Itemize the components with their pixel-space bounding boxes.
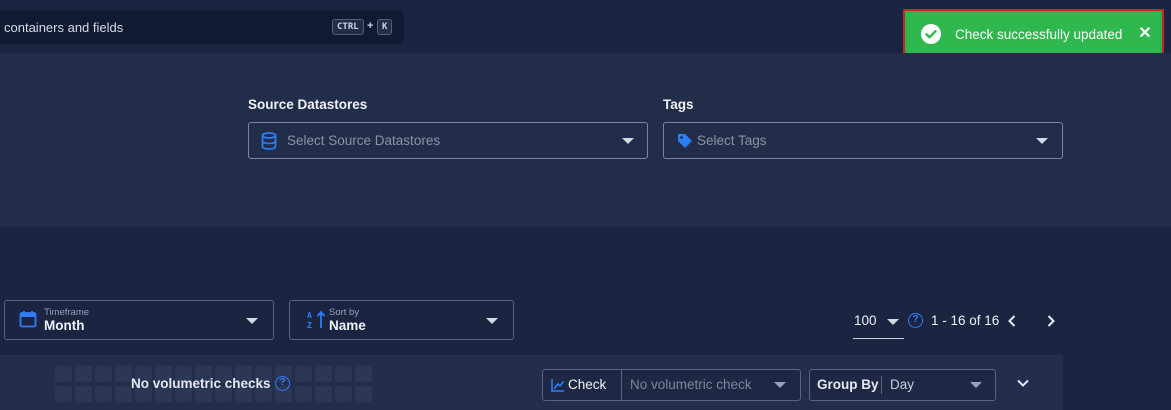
timeframe-label: Timeframe xyxy=(44,307,90,318)
sort-by-label: Sort by xyxy=(329,307,360,318)
success-toast: Check successfully updated ✕ xyxy=(903,9,1164,56)
group-by-select[interactable]: Group By Day xyxy=(809,369,996,401)
search-text: containers and fields xyxy=(4,20,124,35)
toast-message: Check successfully updated xyxy=(955,27,1123,42)
shortcut-key-ctrl: CTRL xyxy=(332,19,364,35)
source-datastores-placeholder: Select Source Datastores xyxy=(287,133,441,148)
source-datastores-label: Source Datastores xyxy=(248,97,368,112)
help-icon[interactable]: ? xyxy=(908,313,923,328)
sort-by-select[interactable]: A Z Sort by Name xyxy=(289,300,514,340)
chevron-down-icon xyxy=(486,318,498,324)
timeframe-value: Month xyxy=(44,318,85,333)
database-icon xyxy=(261,132,277,155)
calendar-icon xyxy=(19,310,37,333)
sort-az-icon: A Z xyxy=(307,310,327,335)
chevron-down-icon xyxy=(887,319,899,325)
search-input[interactable]: containers and fields CTRL + K xyxy=(0,10,404,44)
help-icon[interactable]: ? xyxy=(275,376,290,391)
tags-label: Tags xyxy=(663,97,694,112)
close-icon[interactable]: ✕ xyxy=(1137,24,1153,44)
no-volumetric-checks-text: No volumetric checks xyxy=(131,376,271,391)
volumetric-check-placeholder: No volumetric check xyxy=(630,377,752,392)
check-button[interactable]: Check xyxy=(543,370,622,400)
group-by-label: Group By xyxy=(817,377,879,392)
tags-select[interactable]: Select Tags xyxy=(663,122,1063,159)
chevron-down-icon xyxy=(622,138,634,144)
tags-placeholder: Select Tags xyxy=(697,133,767,148)
tag-icon xyxy=(677,133,693,154)
chevron-down-icon[interactable] xyxy=(1013,373,1033,393)
trend-icon xyxy=(551,378,565,395)
check-circle-icon xyxy=(921,24,941,44)
shortcut-plus: + xyxy=(367,20,374,32)
check-button-label: Check xyxy=(568,377,607,392)
pagination-range: 1 - 16 of 16 xyxy=(931,313,1000,328)
source-datastores-select[interactable]: Select Source Datastores xyxy=(248,122,648,159)
chevron-down-icon xyxy=(246,318,258,324)
shortcut-key-k: K xyxy=(377,19,393,35)
group-by-divider xyxy=(881,376,882,394)
chevron-right-icon[interactable] xyxy=(1041,311,1061,331)
svg-text:Z: Z xyxy=(307,321,312,330)
svg-text:A: A xyxy=(307,311,312,320)
group-by-value: Day xyxy=(890,377,915,392)
page-size-value: 100 xyxy=(854,313,877,328)
volumetric-check-select[interactable]: Check No volumetric check xyxy=(542,369,801,401)
chevron-down-icon xyxy=(1036,138,1048,144)
filter-panel: Source Datastores Select Source Datastor… xyxy=(0,53,1171,227)
chevron-down-icon xyxy=(774,382,786,388)
timeframe-select[interactable]: Timeframe Month xyxy=(4,300,274,340)
sort-by-value: Name xyxy=(329,318,366,333)
page-size-select[interactable]: 100 xyxy=(853,313,904,339)
chevron-down-icon xyxy=(970,382,982,388)
chevron-left-icon[interactable] xyxy=(1002,311,1022,331)
volumetric-check-row: No volumetric checks ? Check No volumetr… xyxy=(0,355,1063,410)
